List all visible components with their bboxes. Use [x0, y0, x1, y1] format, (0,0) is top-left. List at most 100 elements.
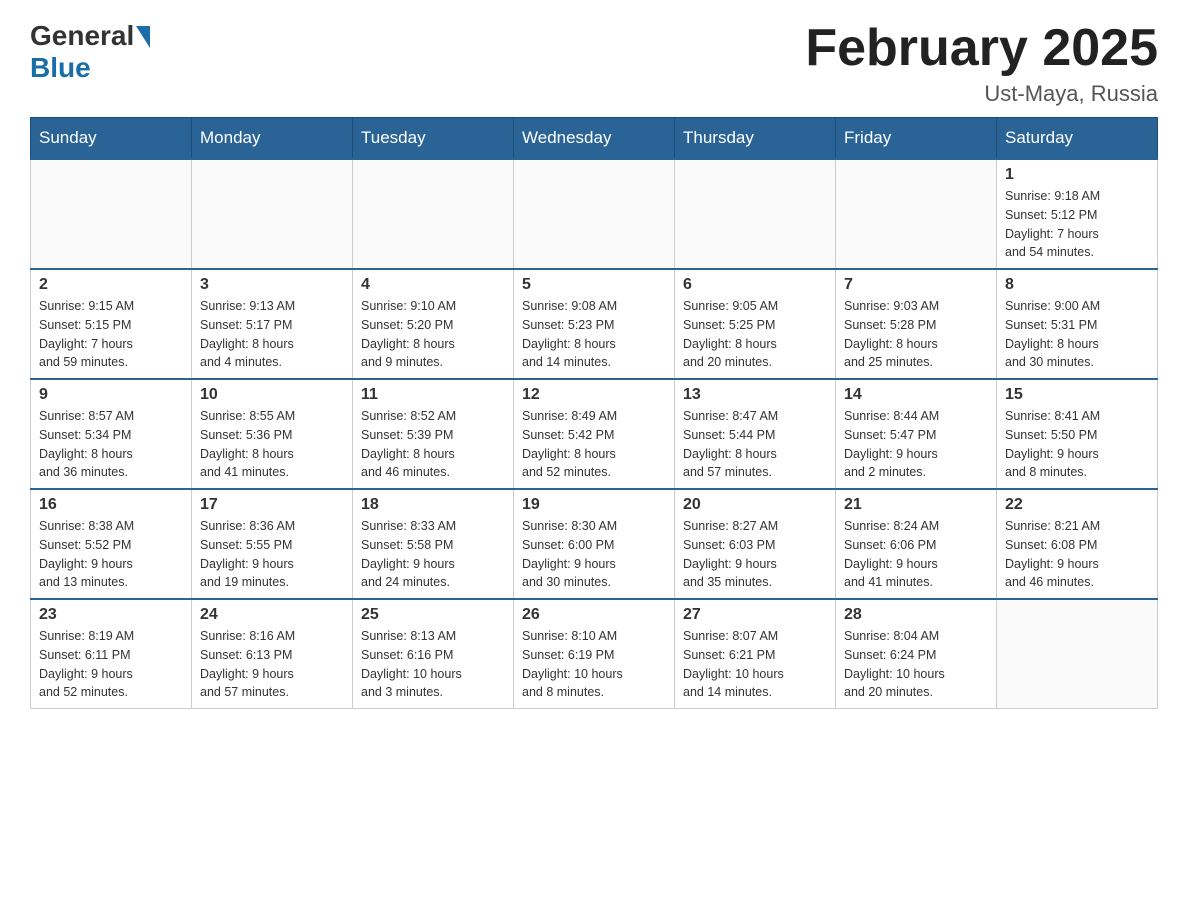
calendar-cell: 12 Sunrise: 8:49 AM Sunset: 5:42 PM Dayli…	[514, 379, 675, 489]
calendar-cell	[31, 159, 192, 269]
calendar-cell	[192, 159, 353, 269]
calendar-cell: 11 Sunrise: 8:52 AM Sunset: 5:39 PM Dayli…	[353, 379, 514, 489]
day-info: Sunrise: 9:08 AM Sunset: 5:23 PM Dayligh…	[522, 297, 666, 372]
day-info: Sunrise: 8:44 AM Sunset: 5:47 PM Dayligh…	[844, 407, 988, 482]
calendar-cell: 26Sunrise: 8:10 AM Sunset: 6:19 PM Dayli…	[514, 599, 675, 709]
calendar-cell: 27 Sunrise: 8:07 AM Sunset: 6:21 PM Dayli…	[675, 599, 836, 709]
day-number: 5	[522, 276, 666, 294]
calendar-week-4: 16Sunrise: 8:38 AM Sunset: 5:52 PM Dayli…	[31, 489, 1158, 599]
day-number: 17	[200, 496, 344, 514]
calendar-cell: 20Sunrise: 8:27 AM Sunset: 6:03 PM Dayli…	[675, 489, 836, 599]
weekday-header-friday: Friday	[836, 118, 997, 160]
calendar-week-5: 23 Sunrise: 8:19 AM Sunset: 6:11 PM Dayli…	[31, 599, 1158, 709]
page-header: General Blue February 2025 Ust-Maya, Rus…	[30, 20, 1158, 107]
day-number: 12	[522, 386, 666, 404]
day-info: Sunrise: 9:15 AM Sunset: 5:15 PM Dayligh…	[39, 297, 183, 372]
day-info: Sunrise: 8:52 AM Sunset: 5:39 PM Dayligh…	[361, 407, 505, 482]
day-number: 6	[683, 276, 827, 294]
day-number: 21	[844, 496, 988, 514]
day-info: Sunrise: 8:36 AM Sunset: 5:55 PM Dayligh…	[200, 517, 344, 592]
location: Ust-Maya, Russia	[805, 81, 1158, 107]
day-info: Sunrise: 9:00 AM Sunset: 5:31 PM Dayligh…	[1005, 297, 1149, 372]
calendar-cell: 25 Sunrise: 8:13 AM Sunset: 6:16 PM Dayli…	[353, 599, 514, 709]
weekday-header-tuesday: Tuesday	[353, 118, 514, 160]
day-number: 3	[200, 276, 344, 294]
day-info: Sunrise: 9:13 AM Sunset: 5:17 PM Dayligh…	[200, 297, 344, 372]
calendar-cell: 2 Sunrise: 9:15 AM Sunset: 5:15 PM Daylig…	[31, 269, 192, 379]
calendar-week-1: 1Sunrise: 9:18 AM Sunset: 5:12 PM Daylig…	[31, 159, 1158, 269]
calendar-cell: 22 Sunrise: 8:21 AM Sunset: 6:08 PM Dayli…	[997, 489, 1158, 599]
day-info: Sunrise: 8:04 AM Sunset: 6:24 PM Dayligh…	[844, 627, 988, 702]
day-info: Sunrise: 8:57 AM Sunset: 5:34 PM Dayligh…	[39, 407, 183, 482]
day-number: 27	[683, 606, 827, 624]
day-number: 23	[39, 606, 183, 624]
calendar-week-3: 9 Sunrise: 8:57 AM Sunset: 5:34 PM Daylig…	[31, 379, 1158, 489]
title-section: February 2025 Ust-Maya, Russia	[805, 20, 1158, 107]
day-number: 11	[361, 386, 505, 404]
logo: General Blue	[30, 20, 150, 84]
day-number: 9	[39, 386, 183, 404]
weekday-header-saturday: Saturday	[997, 118, 1158, 160]
logo-general-text: General	[30, 20, 134, 52]
weekday-header-sunday: Sunday	[31, 118, 192, 160]
calendar-header-row: SundayMondayTuesdayWednesdayThursdayFrid…	[31, 118, 1158, 160]
calendar-table: SundayMondayTuesdayWednesdayThursdayFrid…	[30, 117, 1158, 709]
calendar-cell: 16Sunrise: 8:38 AM Sunset: 5:52 PM Dayli…	[31, 489, 192, 599]
day-number: 10	[200, 386, 344, 404]
day-number: 8	[1005, 276, 1149, 294]
calendar-cell: 1Sunrise: 9:18 AM Sunset: 5:12 PM Daylig…	[997, 159, 1158, 269]
day-info: Sunrise: 8:47 AM Sunset: 5:44 PM Dayligh…	[683, 407, 827, 482]
day-info: Sunrise: 8:13 AM Sunset: 6:16 PM Dayligh…	[361, 627, 505, 702]
day-info: Sunrise: 8:21 AM Sunset: 6:08 PM Dayligh…	[1005, 517, 1149, 592]
day-info: Sunrise: 8:10 AM Sunset: 6:19 PM Dayligh…	[522, 627, 666, 702]
day-number: 16	[39, 496, 183, 514]
day-number: 24	[200, 606, 344, 624]
calendar-cell: 17 Sunrise: 8:36 AM Sunset: 5:55 PM Dayli…	[192, 489, 353, 599]
calendar-cell: 3 Sunrise: 9:13 AM Sunset: 5:17 PM Daylig…	[192, 269, 353, 379]
day-info: Sunrise: 9:05 AM Sunset: 5:25 PM Dayligh…	[683, 297, 827, 372]
calendar-cell: 6 Sunrise: 9:05 AM Sunset: 5:25 PM Daylig…	[675, 269, 836, 379]
day-number: 18	[361, 496, 505, 514]
day-info: Sunrise: 8:24 AM Sunset: 6:06 PM Dayligh…	[844, 517, 988, 592]
calendar-cell	[353, 159, 514, 269]
calendar-week-2: 2 Sunrise: 9:15 AM Sunset: 5:15 PM Daylig…	[31, 269, 1158, 379]
month-title: February 2025	[805, 20, 1158, 77]
day-info: Sunrise: 8:19 AM Sunset: 6:11 PM Dayligh…	[39, 627, 183, 702]
calendar-cell	[997, 599, 1158, 709]
day-number: 14	[844, 386, 988, 404]
calendar-cell	[675, 159, 836, 269]
day-number: 20	[683, 496, 827, 514]
day-number: 4	[361, 276, 505, 294]
calendar-cell: 7 Sunrise: 9:03 AM Sunset: 5:28 PM Daylig…	[836, 269, 997, 379]
day-number: 2	[39, 276, 183, 294]
day-number: 25	[361, 606, 505, 624]
day-info: Sunrise: 8:16 AM Sunset: 6:13 PM Dayligh…	[200, 627, 344, 702]
weekday-header-thursday: Thursday	[675, 118, 836, 160]
calendar-cell	[836, 159, 997, 269]
calendar-cell: 21 Sunrise: 8:24 AM Sunset: 6:06 PM Dayli…	[836, 489, 997, 599]
logo-text: General	[30, 20, 150, 52]
calendar-cell: 5 Sunrise: 9:08 AM Sunset: 5:23 PM Daylig…	[514, 269, 675, 379]
calendar-cell: 24 Sunrise: 8:16 AM Sunset: 6:13 PM Dayli…	[192, 599, 353, 709]
calendar-cell: 9 Sunrise: 8:57 AM Sunset: 5:34 PM Daylig…	[31, 379, 192, 489]
day-info: Sunrise: 9:10 AM Sunset: 5:20 PM Dayligh…	[361, 297, 505, 372]
day-info: Sunrise: 9:03 AM Sunset: 5:28 PM Dayligh…	[844, 297, 988, 372]
day-info: Sunrise: 8:07 AM Sunset: 6:21 PM Dayligh…	[683, 627, 827, 702]
day-number: 15	[1005, 386, 1149, 404]
day-number: 13	[683, 386, 827, 404]
calendar-cell: 8 Sunrise: 9:00 AM Sunset: 5:31 PM Daylig…	[997, 269, 1158, 379]
day-info: Sunrise: 9:18 AM Sunset: 5:12 PM Dayligh…	[1005, 187, 1149, 262]
calendar-cell: 10 Sunrise: 8:55 AM Sunset: 5:36 PM Dayli…	[192, 379, 353, 489]
day-number: 28	[844, 606, 988, 624]
day-number: 7	[844, 276, 988, 294]
day-info: Sunrise: 8:49 AM Sunset: 5:42 PM Dayligh…	[522, 407, 666, 482]
calendar-cell: 4 Sunrise: 9:10 AM Sunset: 5:20 PM Daylig…	[353, 269, 514, 379]
calendar-cell: 18Sunrise: 8:33 AM Sunset: 5:58 PM Dayli…	[353, 489, 514, 599]
day-info: Sunrise: 8:55 AM Sunset: 5:36 PM Dayligh…	[200, 407, 344, 482]
logo-triangle-icon	[136, 26, 150, 48]
day-info: Sunrise: 8:41 AM Sunset: 5:50 PM Dayligh…	[1005, 407, 1149, 482]
calendar-cell	[514, 159, 675, 269]
day-number: 22	[1005, 496, 1149, 514]
calendar-cell: 15 Sunrise: 8:41 AM Sunset: 5:50 PM Dayli…	[997, 379, 1158, 489]
calendar-cell: 19Sunrise: 8:30 AM Sunset: 6:00 PM Dayli…	[514, 489, 675, 599]
